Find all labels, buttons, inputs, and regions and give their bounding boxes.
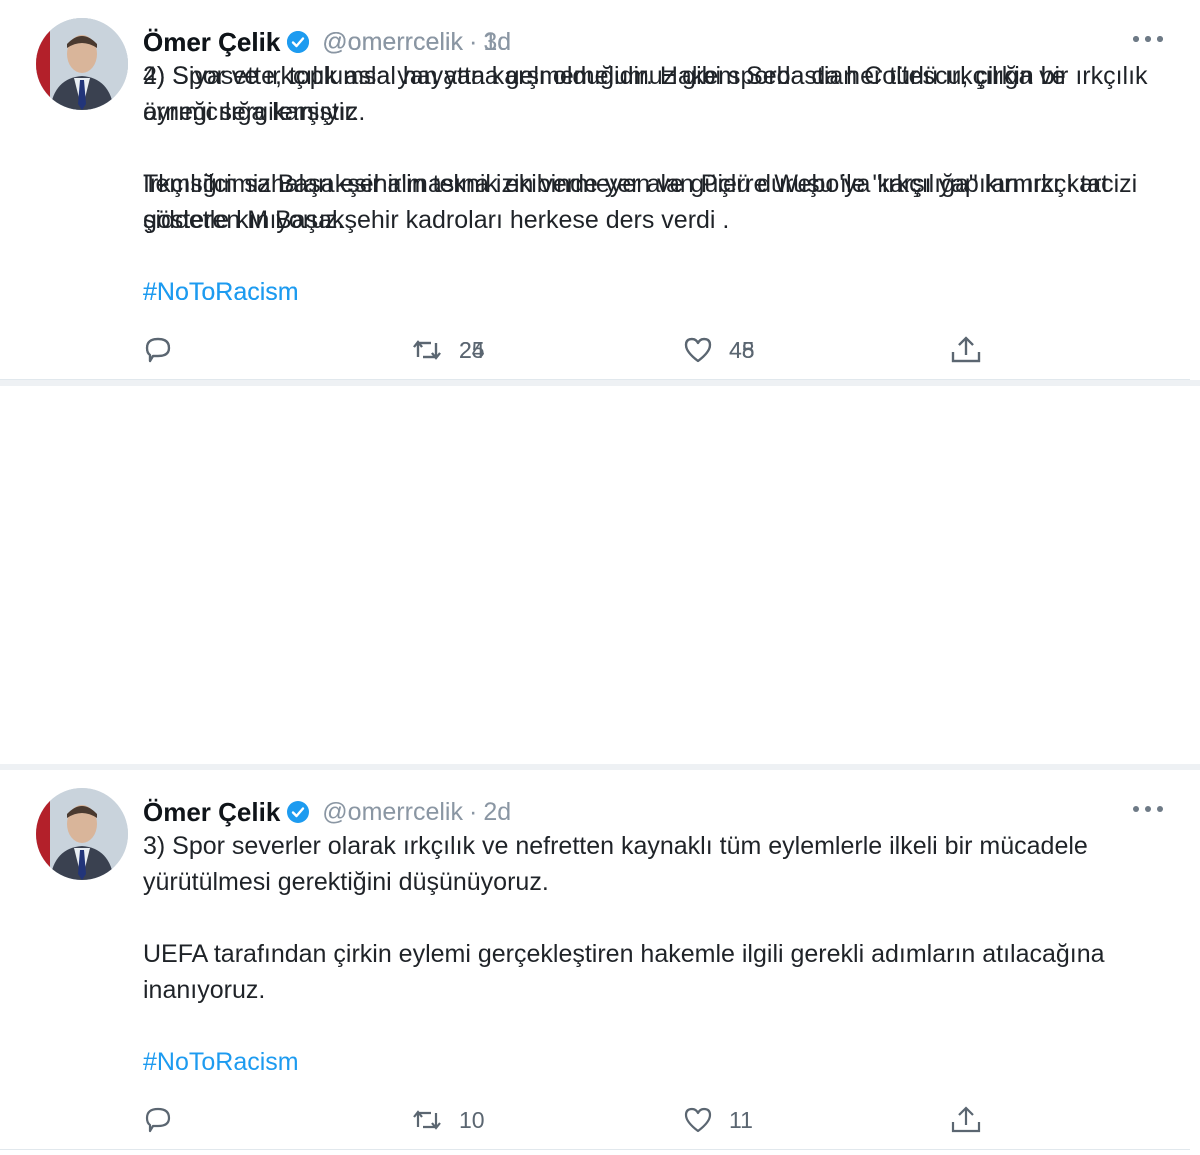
reply-button[interactable]: [143, 1100, 189, 1140]
author-handle[interactable]: @omerrcelik: [322, 798, 463, 827]
share-button[interactable]: [949, 1100, 983, 1140]
author-handle[interactable]: @omerrcelik: [322, 28, 463, 57]
retweet-button[interactable]: 10: [411, 1100, 485, 1140]
reply-icon: [143, 1105, 173, 1135]
retweet-count: 24: [459, 336, 485, 363]
timestamp[interactable]: 3d: [483, 28, 511, 57]
tweet[interactable]: Ömer Çelik @omerrcelik · 2d 3) Spor seve…: [0, 770, 1190, 1150]
tweet-header: Ömer Çelik @omerrcelik · 2d: [143, 792, 511, 832]
hashtag-link[interactable]: #NoToRacism: [143, 1044, 1173, 1080]
heart-icon: [683, 1105, 713, 1135]
verified-badge-icon: [286, 800, 310, 824]
reply-icon: [143, 335, 173, 365]
like-count: 11: [729, 1106, 753, 1133]
more-options-icon[interactable]: [1128, 24, 1168, 54]
verified-badge-icon: [286, 30, 310, 54]
tweet-paragraph: UEFA tarafından çirkin eylemi gerçekleşt…: [143, 940, 1105, 1004]
tweet-separator: [0, 764, 1200, 770]
tweet-paragraph: 3) Spor severler olarak ırkçılık ve nefr…: [143, 832, 1088, 896]
retweet-count: 10: [459, 1106, 485, 1133]
retweet-icon: [411, 335, 443, 365]
hashtag-link[interactable]: #NoToRacism: [143, 274, 1173, 310]
avatar[interactable]: [36, 788, 128, 880]
tweet-paragraph: Irkçılığın sahaları esir almasına izin v…: [143, 170, 1109, 234]
retweet-button[interactable]: 24: [411, 330, 485, 370]
separator-dot: ·: [468, 27, 478, 56]
more-options-icon[interactable]: [1128, 794, 1168, 824]
share-icon: [949, 335, 983, 365]
like-button[interactable]: 45: [683, 330, 755, 370]
tweet-separator: [0, 380, 1200, 386]
reply-button[interactable]: [143, 330, 189, 370]
tweet-actions: 10 11: [143, 1100, 1003, 1140]
tweet[interactable]: Ömer Çelik @omerrcelik · 3d 2) Spor ve ı…: [0, 0, 1190, 380]
separator-dot: ·: [468, 797, 478, 826]
timestamp[interactable]: 2d: [483, 798, 511, 827]
retweet-icon: [411, 1105, 443, 1135]
tweet-feed: Ömer Çelik @omerrcelik · 1d 4) Siyasette…: [0, 0, 1200, 1155]
tweet-text: 3) Spor severler olarak ırkçılık ve nefr…: [143, 828, 1173, 1080]
avatar[interactable]: [36, 18, 128, 110]
tweet-header: Ömer Çelik @omerrcelik · 3d: [143, 22, 511, 62]
tweet-actions: 24 45: [143, 330, 1003, 370]
author-name[interactable]: Ömer Çelik: [143, 797, 280, 828]
tweet-text: 2) Spor ve ırkçılık asla yan yana gelmem…: [143, 58, 1173, 310]
share-button[interactable]: [949, 330, 983, 370]
author-name[interactable]: Ömer Çelik: [143, 27, 280, 58]
like-button[interactable]: 11: [683, 1100, 753, 1140]
tweet-paragraph: 2) Spor ve ırkçılık asla yan yana gelmem…: [143, 62, 1148, 126]
like-count: 45: [729, 336, 755, 363]
share-icon: [949, 1105, 983, 1135]
heart-icon: [683, 335, 713, 365]
